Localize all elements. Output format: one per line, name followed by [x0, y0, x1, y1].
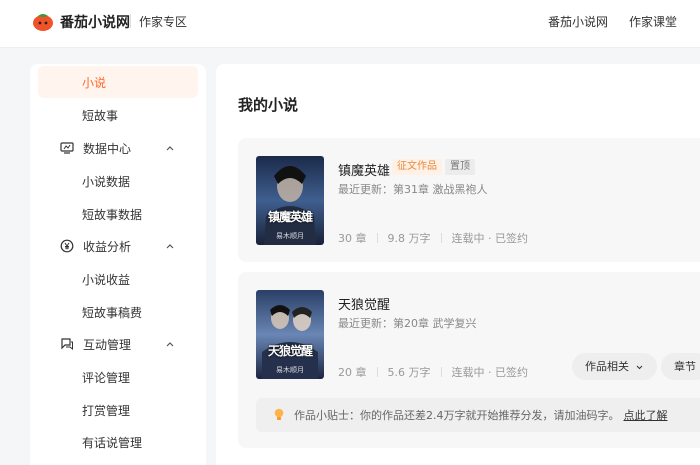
- book-card[interactable]: 镇魔英雄 易木顺月 镇魔英雄 征文作品 置顶 最近更新：第31章 激战黑袍人 3…: [238, 138, 700, 262]
- brand-name[interactable]: 番茄小说网: [60, 12, 130, 32]
- sidebar-item-label: 评论管理: [82, 370, 131, 385]
- nav-fanqie-novel[interactable]: 番茄小说网: [548, 13, 608, 30]
- book-status: 连载中 · 已签约: [451, 232, 529, 245]
- cover-title: 镇魔英雄: [267, 210, 313, 224]
- sidebar-group-interaction[interactable]: 互动管理: [38, 328, 198, 360]
- sidebar-group-label: 收益分析: [83, 239, 132, 254]
- book-stats: 30 章 9.8 万字 连载中 · 已签约: [338, 230, 528, 246]
- chevron-down-icon: [636, 365, 642, 369]
- sidebar-item-tips[interactable]: 打赏管理: [38, 394, 198, 426]
- main-panel: 我的小说 镇魔英雄 易木顺月 镇魔英雄 征文作品 置顶 最近更新：第31章 激战…: [216, 64, 700, 465]
- sidebar-group-data-center[interactable]: 数据中心: [38, 132, 198, 164]
- chat-icon: [61, 338, 73, 351]
- learn-more-link[interactable]: 点此了解: [624, 407, 668, 423]
- sidebar-item-short-story-data[interactable]: 短故事数据: [38, 198, 198, 230]
- sidebar-item-label: 短故事稿费: [82, 305, 143, 320]
- sidebar: 小说 短故事 数据中心 小说数据 短故事数据 收益分析 小说收益 短故事稿费 互…: [30, 64, 206, 465]
- sidebar-group-revenue[interactable]: 收益分析: [38, 230, 198, 262]
- top-header: 番茄小说网 作家专区 番茄小说网 作家课堂: [0, 0, 700, 48]
- sidebar-item-label: 打赏管理: [82, 403, 131, 418]
- chevron-up-icon[interactable]: [164, 142, 176, 154]
- sidebar-item-label: 有话说管理: [82, 435, 143, 450]
- writing-tip-banner: 作品小贴士：你的作品还差2.4万字就开始推荐分发，请加油码字。 点此了解: [256, 398, 700, 432]
- page-title: 我的小说: [238, 96, 299, 114]
- yen-coin-icon: [60, 239, 74, 253]
- sidebar-item-novel-revenue[interactable]: 小说收益: [38, 263, 198, 295]
- book-title[interactable]: 天狼觉醒: [338, 294, 390, 313]
- sidebar-item-label: 小说数据: [82, 174, 131, 189]
- chapter-count: 30 章: [338, 232, 367, 245]
- book-status: 连载中 · 已签约: [451, 366, 529, 379]
- book-stats: 20 章 5.6 万字 连载中 · 已签约: [338, 364, 528, 380]
- cover-author: 易木顺月: [276, 232, 304, 240]
- book-related-dropdown[interactable]: 作品相关: [572, 353, 657, 380]
- book-cover[interactable]: 镇魔英雄 易木顺月: [256, 156, 324, 245]
- word-count: 5.6 万字: [387, 366, 431, 379]
- book-card[interactable]: 天狼觉醒 易木顺月 天狼觉醒 最近更新：第20章 武学复兴 20 章 5.6 万…: [238, 272, 700, 448]
- cover-title: 天狼觉醒: [267, 344, 313, 358]
- contest-tag: 征文作品: [392, 159, 442, 175]
- brand-divider: [130, 14, 131, 28]
- latest-update[interactable]: 最近更新：第20章 武学复兴: [338, 315, 477, 331]
- chevron-up-icon[interactable]: [164, 338, 176, 350]
- chevron-up-icon[interactable]: [164, 240, 176, 252]
- sidebar-group-label: 数据中心: [83, 141, 132, 156]
- dropdown-label: 作品相关: [585, 360, 629, 373]
- word-count: 9.8 万字: [387, 232, 431, 245]
- lightbulb-icon: [274, 408, 284, 420]
- monitor-icon: [60, 142, 74, 154]
- nav-writer-class[interactable]: 作家课堂: [629, 13, 677, 30]
- sidebar-item-label: 小说收益: [82, 272, 131, 287]
- pinned-tag: 置顶: [445, 159, 475, 175]
- sidebar-item-short-story-fee[interactable]: 短故事稿费: [38, 296, 198, 328]
- stats-divider: [376, 367, 378, 377]
- stats-divider: [440, 367, 442, 377]
- book-title[interactable]: 镇魔英雄: [338, 160, 390, 179]
- tip-text: 作品小贴士：你的作品还差2.4万字就开始推荐分发，请加油码字。: [294, 409, 620, 422]
- stats-divider: [376, 233, 378, 243]
- tomato-logo-icon[interactable]: [32, 10, 54, 32]
- latest-update[interactable]: 最近更新：第31章 激战黑袍人: [338, 181, 488, 197]
- sidebar-item-comments[interactable]: 评论管理: [38, 361, 198, 393]
- sidebar-item-author-notes[interactable]: 有话说管理: [38, 426, 198, 458]
- sidebar-item-label: 小说: [82, 75, 107, 90]
- sidebar-item-label: 短故事数据: [82, 207, 143, 222]
- sidebar-item-short-story[interactable]: 短故事: [38, 99, 198, 131]
- sidebar-item-novel[interactable]: 小说: [38, 66, 198, 98]
- sidebar-group-label: 互动管理: [83, 337, 132, 352]
- button-label: 章节: [674, 360, 696, 373]
- book-cover[interactable]: 天狼觉醒 易木顺月: [256, 290, 324, 379]
- chapter-manage-button[interactable]: 章节: [661, 353, 700, 380]
- sidebar-item-label: 短故事: [82, 108, 119, 123]
- sidebar-item-novel-data[interactable]: 小说数据: [38, 165, 198, 197]
- brand-subtitle: 作家专区: [139, 15, 188, 29]
- chapter-count: 20 章: [338, 366, 367, 379]
- cover-author: 易木顺月: [276, 366, 304, 374]
- stats-divider: [440, 233, 442, 243]
